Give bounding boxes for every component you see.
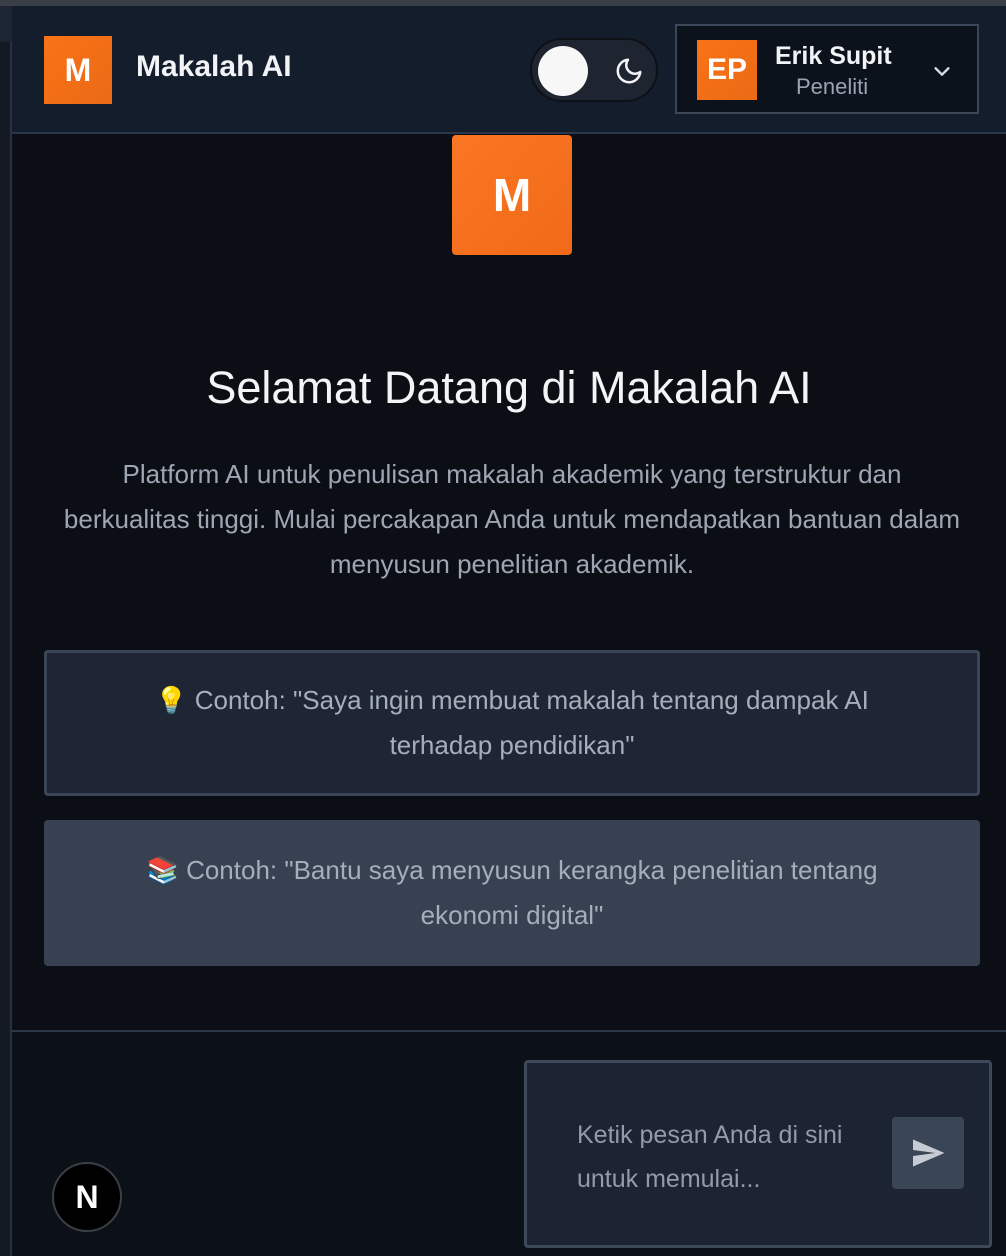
lightbulb-icon: 💡	[155, 685, 188, 715]
composer-area: N Ketik pesan Anda di sini untuk memulai…	[12, 1030, 1006, 1256]
nextjs-dev-badge[interactable]: N	[52, 1162, 122, 1232]
send-icon	[913, 1139, 945, 1167]
hero-logo: M	[452, 135, 572, 255]
user-role: Peneliti	[796, 74, 869, 99]
send-button[interactable]	[892, 1117, 964, 1189]
example-prompt-1[interactable]: 💡 Contoh: "Saya ingin membuat makalah te…	[44, 650, 980, 796]
example-prompt-label: Contoh: "Bantu saya menyusun kerangka pe…	[186, 855, 878, 930]
welcome-description: Platform AI untuk penulisan makalah akad…	[63, 459, 961, 579]
theme-toggle[interactable]	[530, 38, 658, 102]
app-logo[interactable]: M	[44, 36, 112, 104]
left-edge	[0, 6, 12, 1256]
example-prompt-text: 💡 Contoh: "Saya ingin membuat makalah te…	[127, 678, 897, 768]
app-window: M Makalah AI EP Erik Supit Peneliti M Se…	[0, 0, 1006, 1256]
user-name: Erik Supit	[775, 42, 892, 70]
books-icon: 📚	[146, 855, 179, 885]
example-prompt-label: Contoh: "Saya ingin membuat makalah tent…	[194, 685, 869, 760]
toggle-knob	[538, 46, 588, 96]
example-prompt-2[interactable]: 📚 Contoh: "Bantu saya menyusun kerangka …	[44, 820, 980, 966]
message-input[interactable]: Ketik pesan Anda di sini untuk memulai..…	[577, 1113, 887, 1201]
avatar: EP	[697, 40, 757, 100]
user-menu-button[interactable]: EP Erik Supit Peneliti	[675, 24, 979, 114]
app-title: Makalah AI	[136, 50, 292, 83]
page-title: Selamat Datang di Makalah AI	[206, 362, 812, 413]
message-input-box[interactable]: Ketik pesan Anda di sini untuk memulai..…	[524, 1060, 992, 1248]
moon-icon	[616, 58, 642, 84]
chevron-down-icon	[934, 67, 950, 76]
app-header: M Makalah AI EP Erik Supit Peneliti	[12, 6, 1006, 134]
example-prompt-text: 📚 Contoh: "Bantu saya menyusun kerangka …	[124, 848, 900, 938]
left-edge-top	[0, 6, 12, 42]
